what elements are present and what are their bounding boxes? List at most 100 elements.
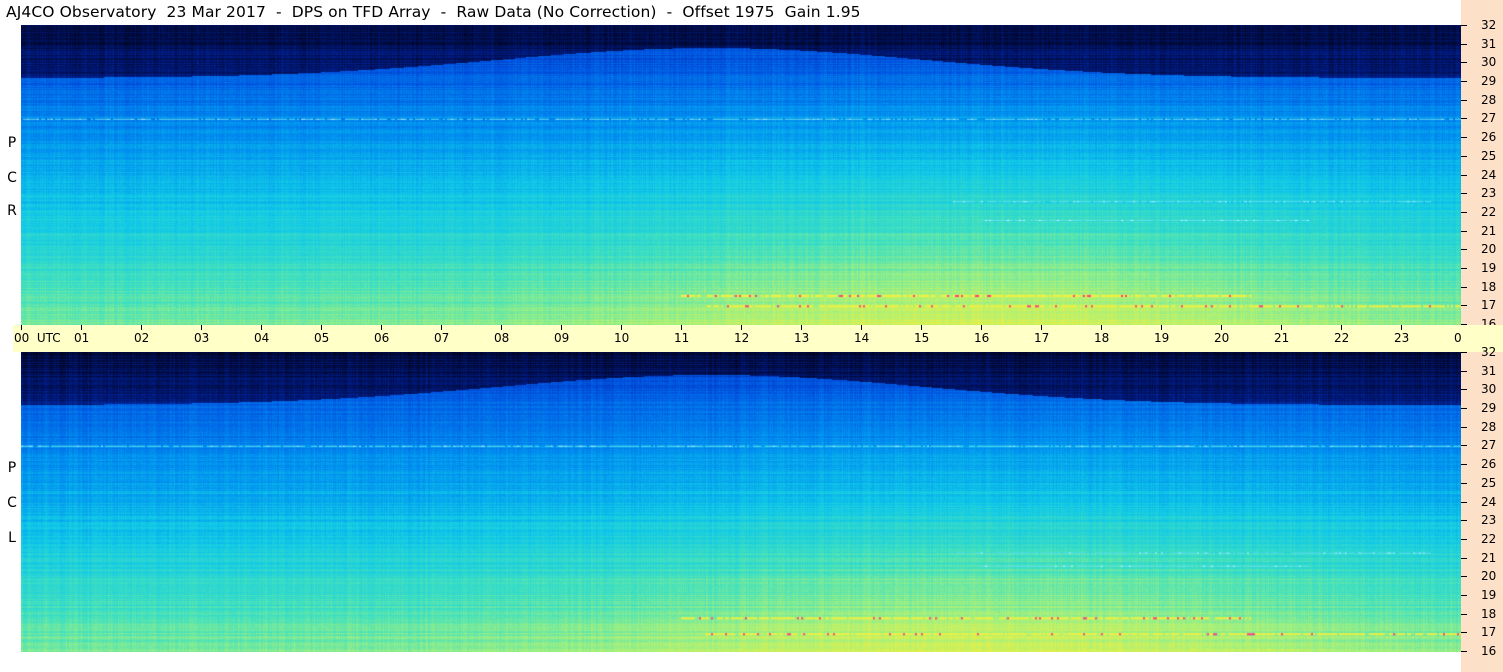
freq-tick-label: 21 (1481, 223, 1497, 238)
freq-tick (1461, 632, 1467, 634)
freq-tick (1461, 155, 1467, 157)
freq-tick-label: 22 (1481, 204, 1497, 219)
time-tick (141, 325, 142, 330)
time-tick (861, 325, 862, 330)
time-tick (1161, 325, 1162, 330)
freq-tick (1461, 389, 1467, 391)
freq-tick-label: 17 (1481, 625, 1497, 640)
freq-tick-label: 29 (1481, 401, 1497, 416)
freq-tick (1461, 25, 1467, 26)
time-tick (681, 325, 682, 330)
freq-tick (1461, 305, 1467, 307)
freq-tick (1461, 99, 1467, 101)
freq-tick-label: 31 (1481, 363, 1497, 378)
freq-tick-label: 19 (1481, 260, 1497, 275)
time-tick-label: 23 (1394, 331, 1410, 345)
time-tick-label: 01 (74, 331, 90, 345)
freq-tick-label: 23 (1481, 513, 1497, 528)
time-tick (501, 325, 502, 330)
chart-title: AJ4CO Observatory 23 Mar 2017 - DPS on T… (6, 3, 861, 21)
time-tick-label: 07 (434, 331, 450, 345)
time-tick-label: 04 (254, 331, 270, 345)
freq-tick (1461, 62, 1467, 64)
freq-tick-label: 18 (1481, 606, 1497, 621)
time-tick (801, 325, 802, 330)
time-tick-label: 19 (1154, 331, 1170, 345)
freq-tick (1461, 501, 1467, 503)
time-tick (441, 325, 442, 330)
time-tick-label: 02 (134, 331, 150, 345)
freq-tick-label: 20 (1481, 242, 1497, 257)
freq-tick-label: 22 (1481, 531, 1497, 546)
time-tick (921, 325, 922, 330)
time-tick-label: 16 (974, 331, 990, 345)
time-tick-label: 11 (674, 331, 690, 345)
freq-tick-label: 29 (1481, 74, 1497, 89)
freq-tick-label: 31 (1481, 36, 1497, 51)
freq-tick (1461, 174, 1467, 176)
time-tick-label: 18 (1094, 331, 1110, 345)
polarization-letter: L (8, 530, 16, 546)
time-tick-label: 10 (614, 331, 630, 345)
polarization-letter: P (7, 460, 17, 476)
time-tick (321, 325, 322, 330)
time-tick (261, 325, 262, 330)
time-tick-label: 06 (374, 331, 390, 345)
freq-tick (1461, 408, 1467, 410)
freq-tick (1461, 230, 1467, 232)
time-tick (561, 325, 562, 330)
freq-tick-label: 21 (1481, 550, 1497, 565)
freq-tick (1461, 249, 1467, 251)
freq-tick (1461, 613, 1467, 615)
time-tick (621, 325, 622, 330)
freq-tick (1461, 445, 1467, 447)
freq-tick (1461, 211, 1467, 213)
time-tick-label: 09 (554, 331, 570, 345)
time-axis: 00 UTC 01 02 03 04 05 06 07 08 09 10 11 12 13 14 15 16 17… (13, 325, 1499, 352)
freq-tick (1461, 370, 1467, 372)
freq-tick (1461, 43, 1467, 45)
time-tick (741, 325, 742, 330)
freq-tick (1461, 557, 1467, 559)
freq-tick (1461, 193, 1467, 195)
freq-tick-label: 28 (1481, 419, 1497, 434)
freq-tick-label: 28 (1481, 92, 1497, 107)
freq-tick-label: 20 (1481, 569, 1497, 584)
freq-tick-label: 27 (1481, 438, 1497, 453)
time-tick (201, 325, 202, 330)
polarization-letter: C (7, 170, 17, 186)
time-tick-label: 00 UTC (14, 331, 61, 345)
freq-tick-label: 23 (1481, 186, 1497, 201)
freq-tick-label: 27 (1481, 111, 1497, 126)
time-tick-label: 17 (1034, 331, 1050, 345)
time-tick (21, 325, 22, 330)
freq-tick-label: 25 (1481, 148, 1497, 163)
rcp-frequency-axis: 16 17 18 19 20 21 22 23 24 25 26 27 28 29 30 31 32 (1461, 0, 1503, 330)
freq-tick (1461, 464, 1467, 466)
time-tick-label: 05 (314, 331, 330, 345)
freq-tick-label: 26 (1481, 130, 1497, 145)
time-tick (1221, 325, 1222, 330)
time-tick (1041, 325, 1042, 330)
time-tick-label: 08 (494, 331, 510, 345)
time-tick-label: 21 (1274, 331, 1290, 345)
time-tick (1281, 325, 1282, 330)
freq-tick-label: 25 (1481, 475, 1497, 490)
time-tick-label: 14 (854, 331, 870, 345)
time-tick (1101, 325, 1102, 330)
freq-tick (1461, 267, 1467, 269)
freq-tick (1461, 286, 1467, 288)
polarization-letter: C (7, 495, 17, 511)
freq-tick-label: 32 (1481, 18, 1497, 32)
polarization-letter: P (7, 135, 17, 151)
freq-tick (1461, 137, 1467, 139)
time-tick-label: 22 (1334, 331, 1350, 345)
freq-tick-label: 24 (1481, 494, 1497, 509)
freq-tick-label: 16 (1481, 644, 1497, 658)
lcp-frequency-axis: 16 17 18 19 20 21 22 23 24 25 26 27 28 29 30 31 32 (1461, 346, 1503, 672)
time-tick-label: 13 (794, 331, 810, 345)
freq-tick-label: 30 (1481, 382, 1497, 397)
polarization-letter: R (7, 203, 17, 219)
time-tick-label: 20 (1214, 331, 1230, 345)
time-tick (1401, 325, 1402, 330)
